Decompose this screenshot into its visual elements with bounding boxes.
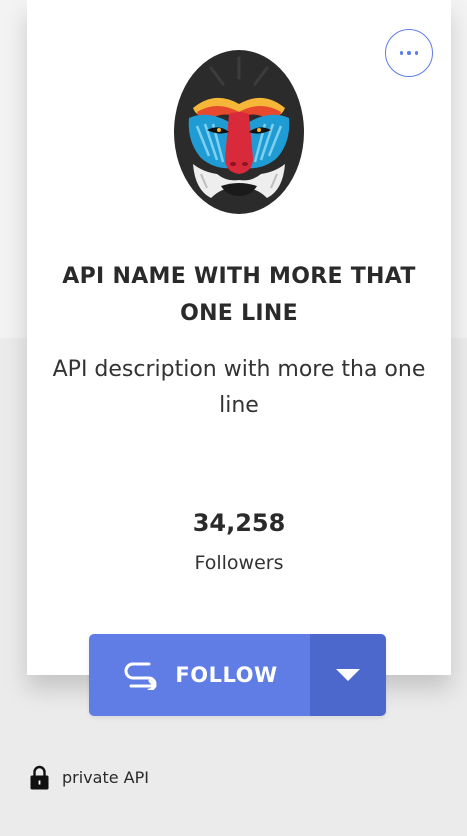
lock-icon: [30, 765, 49, 789]
mandrill-logo: [174, 50, 304, 214]
followers-count: 34,258: [192, 509, 286, 537]
api-card: API NAME WITH MORE THAT ONE LINE API des…: [27, 0, 451, 675]
api-name: API NAME WITH MORE THAT ONE LINE: [62, 264, 416, 326]
follow-options-dropdown-button[interactable]: [310, 634, 386, 716]
follow-button-group: FOLLOW: [89, 634, 386, 716]
more-options-button[interactable]: [385, 29, 433, 77]
ellipsis-icon: [399, 51, 419, 55]
api-description: API description with more tha one line: [52, 357, 426, 418]
private-api-label: private API: [62, 767, 149, 787]
private-api-indicator: private API: [30, 764, 149, 790]
followers-label: Followers: [194, 552, 284, 574]
follow-button[interactable]: FOLLOW: [89, 634, 310, 716]
follow-button-label: FOLLOW: [175, 663, 278, 687]
caret-down-icon: [336, 669, 360, 681]
follow-arrow-icon: [124, 662, 157, 690]
